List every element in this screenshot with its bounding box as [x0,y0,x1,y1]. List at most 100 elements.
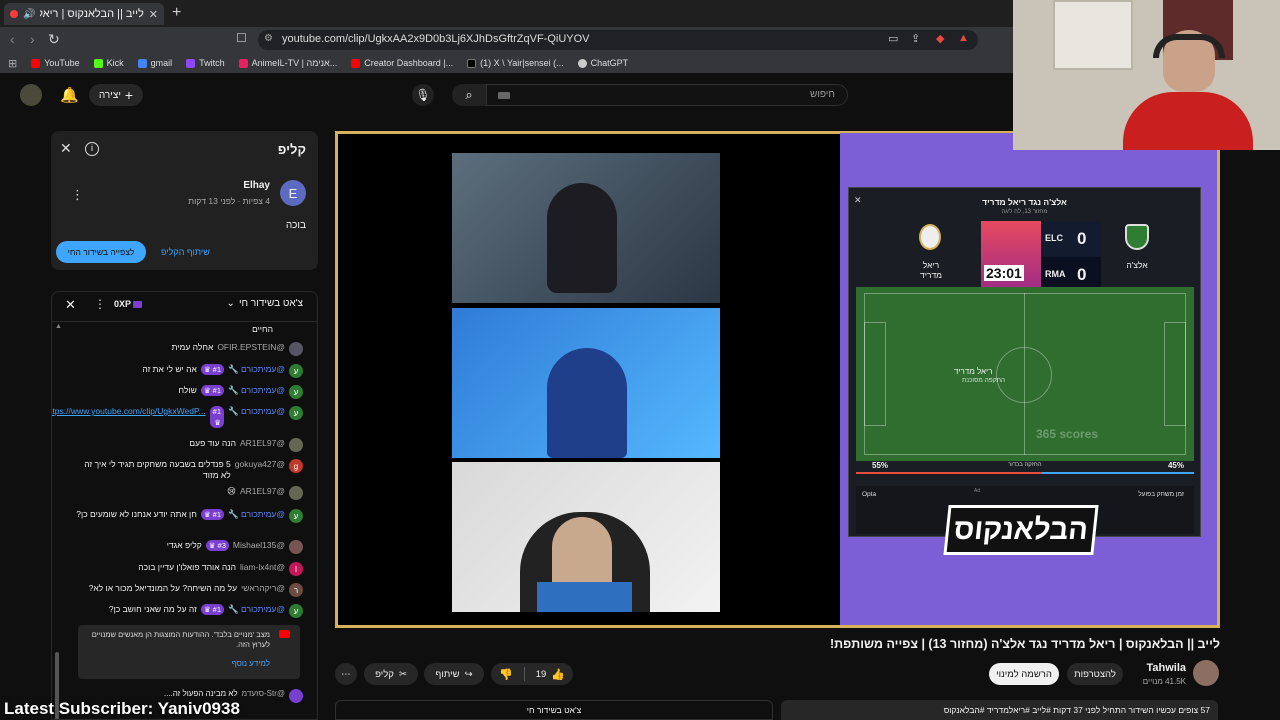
chat-avatar[interactable]: g [289,459,303,473]
chat-text[interactable]: https://www.youtube.com/clip/UgkxWedP... [52,406,206,417]
join-button[interactable]: להצטרפות [1067,663,1123,685]
video-description-stats[interactable]: 57 צופים עכשיו השידור התחיל לפני 37 דקות… [781,700,1218,720]
chat-username[interactable]: @AR1EL97 [240,486,285,497]
info-icon[interactable]: i [85,142,99,156]
chat-username[interactable]: @עמיתכורם 🔧 [228,604,285,615]
bookmark-twitch[interactable]: Twitch [186,58,225,68]
clip-author[interactable]: Elhay [243,180,270,191]
bookmark-creator-dashboard[interactable]: Creator Dashboard |... [351,58,453,68]
chat-mode-dropdown[interactable]: צ'אט בשידור חי ⌄ [227,298,303,309]
more-actions-icon[interactable]: ⋯ [335,663,357,685]
keyboard-icon[interactable] [498,92,510,99]
chat-text: זה על מה שאני חושב כן? [108,604,197,614]
chat-avatar[interactable] [289,540,303,554]
chat-avatar[interactable] [289,486,303,500]
chat-username: @Str-סזעדמ [241,689,285,698]
chat-avatar[interactable]: ע [289,406,303,420]
share-icon[interactable]: ⇪ [911,32,920,45]
chat-avatar[interactable]: l [289,562,303,576]
new-tab-icon[interactable]: + [172,4,181,22]
chat-username[interactable]: @gokuya427 [235,459,285,470]
bookmark-icon[interactable]: ☐ [236,31,247,45]
extension-alert-icon[interactable]: ▲ [958,32,969,44]
chat-avatar[interactable]: ע [289,604,303,618]
like-icon[interactable]: 👍 [551,668,565,681]
dislike-icon[interactable]: 👎 [499,668,513,681]
chat-username[interactable]: @ריקהראשי [241,583,285,594]
more-options-icon[interactable]: ⋮ [71,187,84,203]
close-tab-icon[interactable]: ✕ [149,8,158,21]
chat-message: ע @עמיתכורם 🔧 #1 ♛ חן אתה יודע אנחנו לא שומ… [74,509,303,523]
chat-username[interactable]: @liam-lx4nt [240,562,285,573]
search-input[interactable]: חיפוש [486,84,848,106]
bookmark-animeil[interactable]: AnimeIL-TV | אנימה... [238,58,337,68]
learn-more-link[interactable]: למידע נוסף [232,659,270,668]
red-shirt [1123,92,1253,150]
voice-search-icon[interactable]: 🎙 [412,84,434,106]
close-chat-icon[interactable]: ✕ [65,297,76,313]
bookmark-kick[interactable]: Kick [93,58,124,68]
scoreboard: ELC RMA 0 0 23:01 [981,221,1101,293]
away-abbr: ELC [1045,233,1063,243]
chat-username[interactable]: @עמיתכורם 🔧 [228,406,285,417]
watch-live-button[interactable]: לצפייה בשידור החי [56,241,146,263]
chat-message: @OFIR.EPSTEIN אחלה עמית [74,342,303,356]
chat-username[interactable]: @עמיתכורם 🔧 [228,364,285,375]
possession-left-fill [856,472,1042,474]
forward-icon[interactable]: › [30,31,35,47]
search-icon[interactable]: ⌕ [452,84,486,106]
ad-label: Ad [974,488,981,494]
clip-description: בוכה [285,220,306,231]
author-avatar[interactable]: E [280,180,306,206]
chat-message: l @liam-lx4nt הנה אוהד פואלו'ן עדיין בוכה [74,562,303,576]
chat-username[interactable]: @Mishael135 [233,540,285,551]
cast-icon[interactable]: ▭ [888,32,898,45]
back-icon[interactable]: ‹ [10,31,15,47]
share-button[interactable]: שיתוף ↪ [424,663,484,685]
subscribed-button[interactable]: הרשמה למינוי [989,663,1059,685]
away-team-name: אלצ'ה [1126,260,1148,270]
chat-avatar[interactable]: ע [289,509,303,523]
browser-tab[interactable]: 🔊 לייב || הבלאנקוס | ריאל מדריד ✕ [4,3,164,25]
scroll-up-icon[interactable]: ▲ [55,323,62,330]
apps-grid-icon[interactable]: ⊞ [8,57,17,70]
chat-username[interactable]: @עמיתכורם 🔧 [228,509,285,520]
clip-button[interactable]: קליפ ✂ [364,663,418,685]
bell-icon[interactable]: 🔔 [60,86,79,104]
bookmark-gmail[interactable]: gmail [137,58,172,68]
close-icon[interactable]: ✕ [60,140,72,157]
chat-avatar[interactable]: ע [289,364,303,378]
site-info-icon[interactable]: ⚙ [264,33,273,44]
chat-message: ע @עמיתכורם 🔧 #1 ♛ שולח [74,385,303,399]
live-chat-panel: ✕ ⋮ 0XP צ'אט בשידור חי ⌄ ▲ החיים @OFIR.E… [51,291,318,720]
chatgpt-icon [577,58,587,68]
chat-text: קליפ אגדי [166,540,202,550]
chat-avatar[interactable] [289,342,303,356]
chat-message: ע @עמיתכורם 🔧 #1 ♛ זה על מה שאני חושב כן? [74,604,303,618]
extension-shield-icon[interactable]: ◆ [936,32,944,45]
speaker-icon[interactable]: 🔊 [23,9,35,20]
elche-crest-icon [1125,224,1149,250]
create-button[interactable]: יצירה + [89,84,143,106]
channel-avatar[interactable] [1193,660,1219,686]
bookmark-x[interactable]: (1) X \ Yair|sensei (... [467,58,564,68]
pitch: ריאל מדריד התקפה מסוכנת 365 scores [856,287,1194,461]
chat-more-icon[interactable]: ⋮ [94,297,106,311]
chat-username[interactable]: @OFIR.EPSTEIN [217,342,285,353]
headset [1153,34,1225,58]
url-input[interactable]: youtube.com/clip/UgkxAA2x9D0b3Lj6XJhDsGf… [258,30,978,50]
share-clip-link[interactable]: שיתוף הקליפ [161,247,210,257]
chat-avatar[interactable]: ע [289,385,303,399]
user-avatar[interactable] [20,84,42,106]
person-silhouette [547,348,627,458]
chat-avatar[interactable]: ר [289,583,303,597]
bookmark-chatgpt[interactable]: ChatGPT [577,58,628,68]
bookmark-youtube[interactable]: YouTube [31,58,80,68]
chat-username[interactable]: @AR1EL97 [240,438,285,449]
chat-username[interactable]: @עמיתכורם 🔧 [228,385,285,396]
channel-name[interactable]: Tahwila [1120,662,1186,674]
live-chat-button[interactable]: צ'אט בשידור חי [335,700,773,720]
chat-avatar[interactable] [289,438,303,452]
reload-icon[interactable]: ↻ [48,31,60,48]
match-title: אלצ'ה נגד ריאל מדריד [982,197,1067,207]
